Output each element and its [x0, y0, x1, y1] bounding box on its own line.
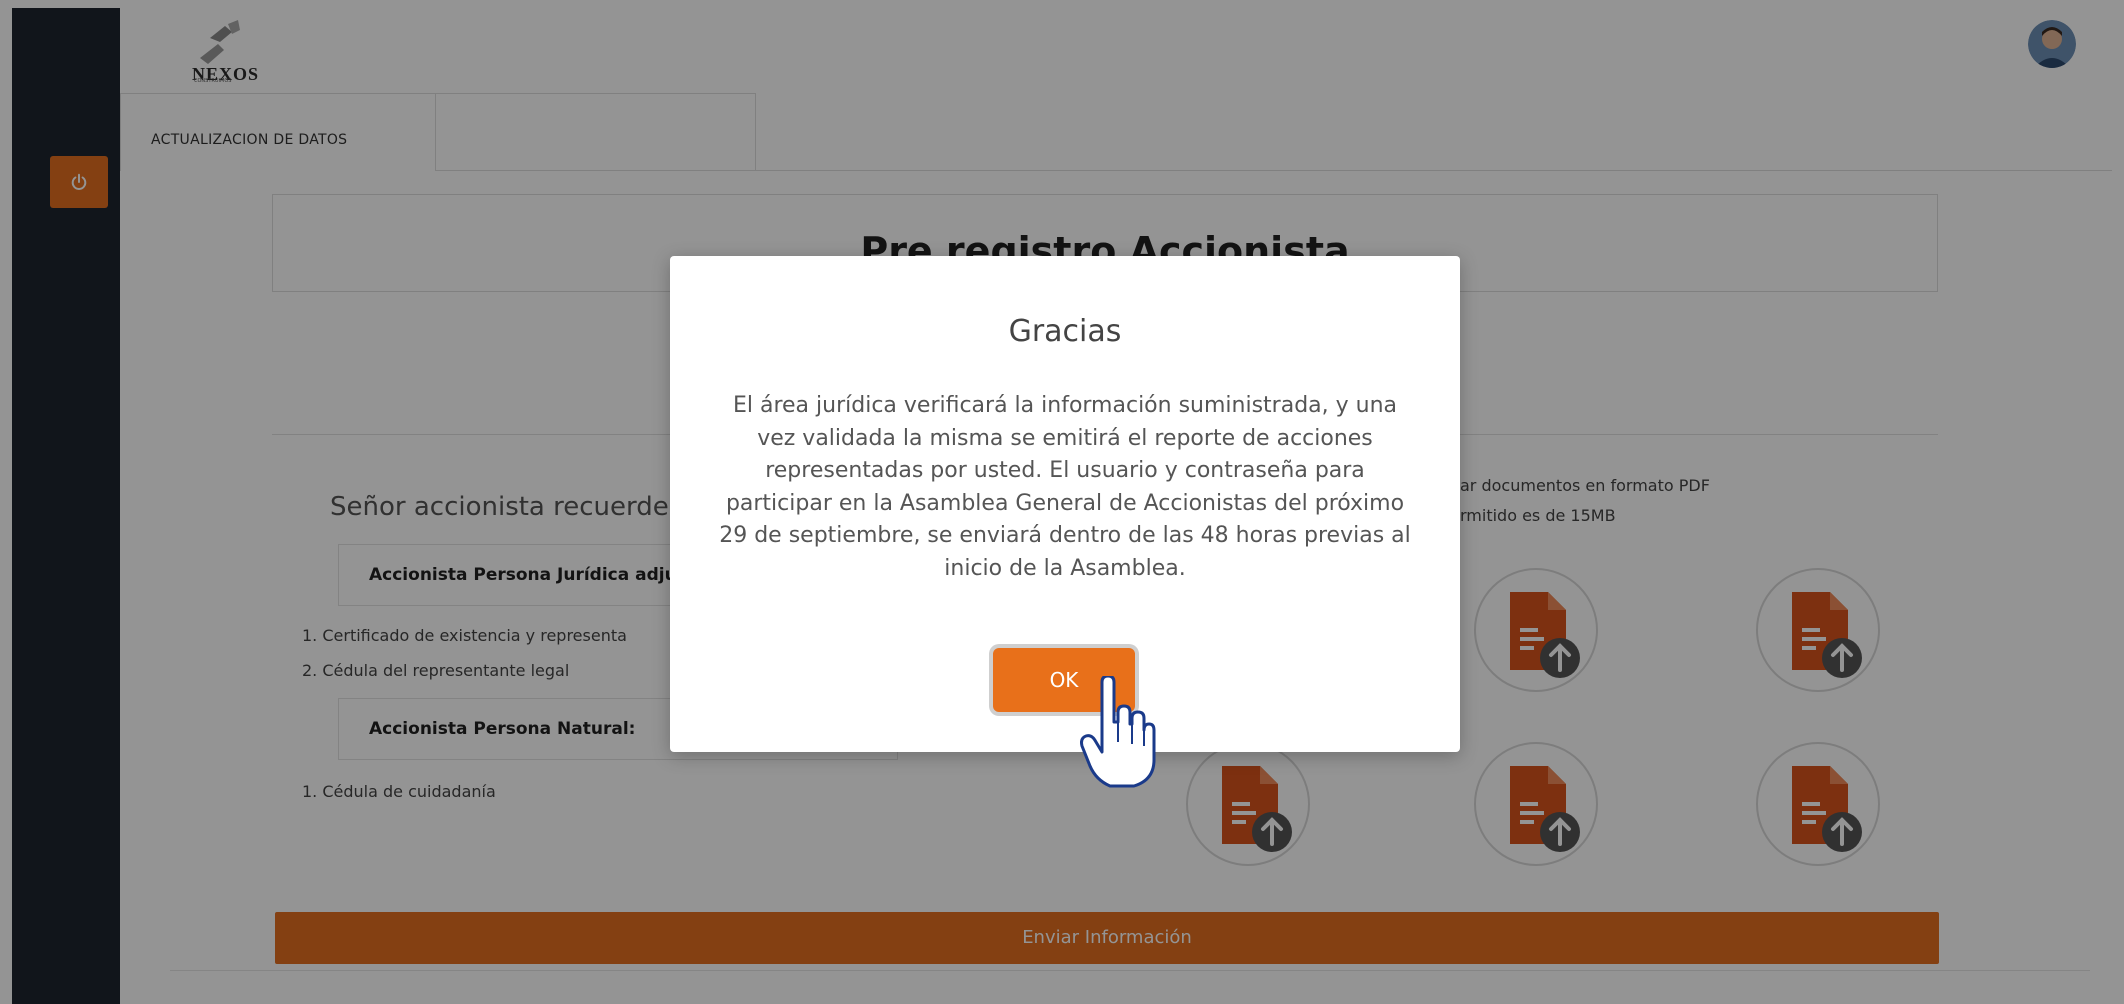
dialog-message-line: El área jurídica verificará la informaci… [732, 393, 1398, 418]
dialog-message-line: 29 de septiembre, se enviará dentro de l… [719, 523, 1411, 548]
dialog-message-line: inicio de la Asamblea. [944, 555, 1186, 581]
app-window: NEXOS CONSTRUIMOS ACTUALIZACION DE DATOS… [0, 0, 2124, 1004]
dialog-message: El área jurídica verificará la informaci… [690, 390, 1440, 585]
dialog-message-line: representadas por usted. El usuario y co… [765, 458, 1365, 483]
thank-you-dialog: Gracias El área jurídica verificará la i… [670, 256, 1460, 752]
dialog-message-line: vez validada la misma se emitirá el repo… [757, 425, 1373, 451]
dialog-title: Gracias [1008, 314, 1122, 349]
hand-pointer-icon [1080, 676, 1156, 788]
dialog-message-line: participar en la Asamblea General de Acc… [725, 490, 1405, 516]
